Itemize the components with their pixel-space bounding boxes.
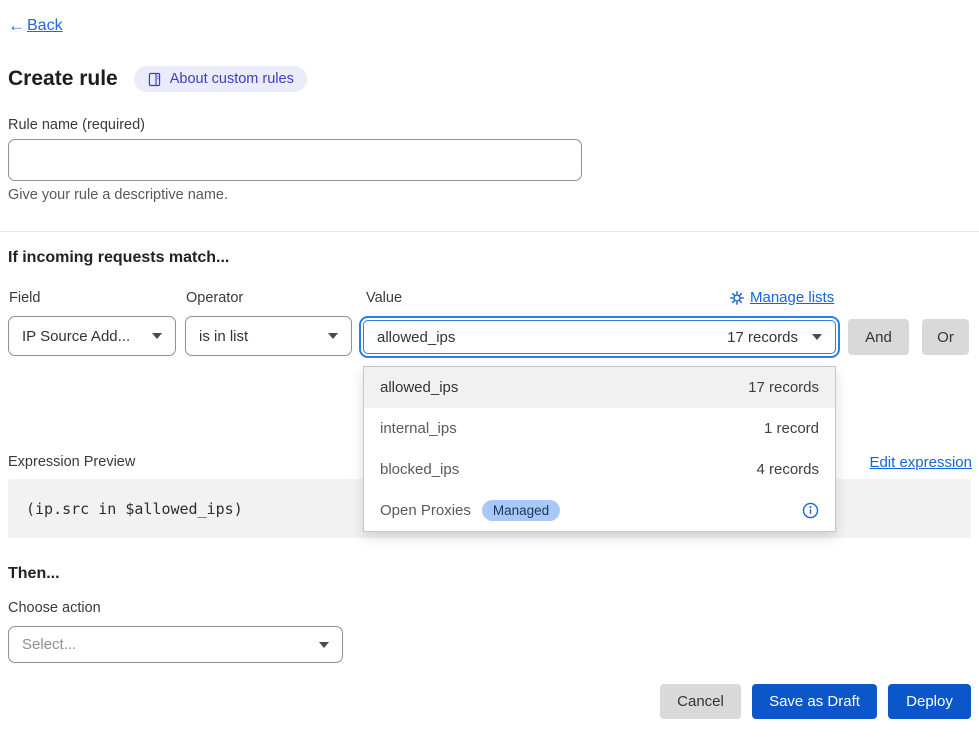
deploy-button[interactable]: Deploy <box>888 684 971 719</box>
field-label: Field <box>9 290 40 306</box>
about-custom-rules-label: About custom rules <box>170 71 294 87</box>
list-option-internal-ips[interactable]: internal_ips 1 record <box>364 408 835 449</box>
chevron-down-icon <box>328 333 338 339</box>
list-option-open-proxies[interactable]: Open Proxies Managed <box>364 490 835 531</box>
chevron-down-icon <box>319 642 329 648</box>
list-dropdown-menu: allowed_ips 17 records internal_ips 1 re… <box>363 366 836 532</box>
back-link-label: Back <box>27 17 63 35</box>
title-row: Create rule About custom rules <box>8 66 307 92</box>
field-select-value: IP Source Add... <box>22 328 130 345</box>
section-divider <box>0 231 979 232</box>
field-select[interactable]: IP Source Add... <box>8 316 176 356</box>
value-label: Value <box>366 290 402 306</box>
list-option-name: blocked_ips <box>380 461 459 478</box>
list-option-record-count: 4 records <box>756 461 819 478</box>
list-option-record-count: 17 records <box>748 379 819 396</box>
chevron-down-icon <box>812 334 822 340</box>
then-section-heading: Then... <box>8 565 60 583</box>
back-link[interactable]: ← Back <box>8 16 63 36</box>
page-title: Create rule <box>8 67 118 91</box>
managed-badge: Managed <box>482 500 560 521</box>
list-option-name: allowed_ips <box>380 379 458 396</box>
list-option-name: Open Proxies <box>380 502 471 519</box>
info-circle-icon[interactable] <box>802 502 819 519</box>
or-button[interactable]: Or <box>922 319 969 355</box>
action-select[interactable]: Select... <box>8 626 343 663</box>
operator-select-value: is in list <box>199 328 248 345</box>
manage-lists-label: Manage lists <box>750 289 834 306</box>
rule-name-label: Rule name (required) <box>8 117 145 133</box>
operator-label: Operator <box>186 290 243 306</box>
value-select-record-count: 17 records <box>727 329 798 346</box>
expression-preview-label: Expression Preview <box>8 454 135 470</box>
and-button[interactable]: And <box>848 319 909 355</box>
gear-icon <box>730 291 744 305</box>
expression-code: (ip.src in $allowed_ips) <box>26 500 243 518</box>
rule-name-input[interactable] <box>8 139 582 181</box>
choose-action-label: Choose action <box>8 600 101 616</box>
value-select[interactable]: allowed_ips 17 records <box>363 320 836 354</box>
book-icon <box>147 72 162 87</box>
action-select-placeholder: Select... <box>22 636 76 653</box>
back-arrow-icon: ← <box>8 16 25 36</box>
edit-expression-link[interactable]: Edit expression <box>869 454 972 471</box>
save-as-draft-button[interactable]: Save as Draft <box>752 684 877 719</box>
chevron-down-icon <box>152 333 162 339</box>
list-option-blocked-ips[interactable]: blocked_ips 4 records <box>364 449 835 490</box>
manage-lists-link[interactable]: Manage lists <box>730 289 834 306</box>
value-select-selected: allowed_ips <box>377 329 455 346</box>
list-option-record-count: 1 record <box>764 420 819 437</box>
rule-name-helper-text: Give your rule a descriptive name. <box>8 187 228 203</box>
match-section-heading: If incoming requests match... <box>8 249 229 267</box>
list-option-allowed-ips[interactable]: allowed_ips 17 records <box>364 367 835 408</box>
operator-select[interactable]: is in list <box>185 316 352 356</box>
about-custom-rules-link[interactable]: About custom rules <box>134 66 307 92</box>
list-option-name: internal_ips <box>380 420 457 437</box>
cancel-button[interactable]: Cancel <box>660 684 741 719</box>
